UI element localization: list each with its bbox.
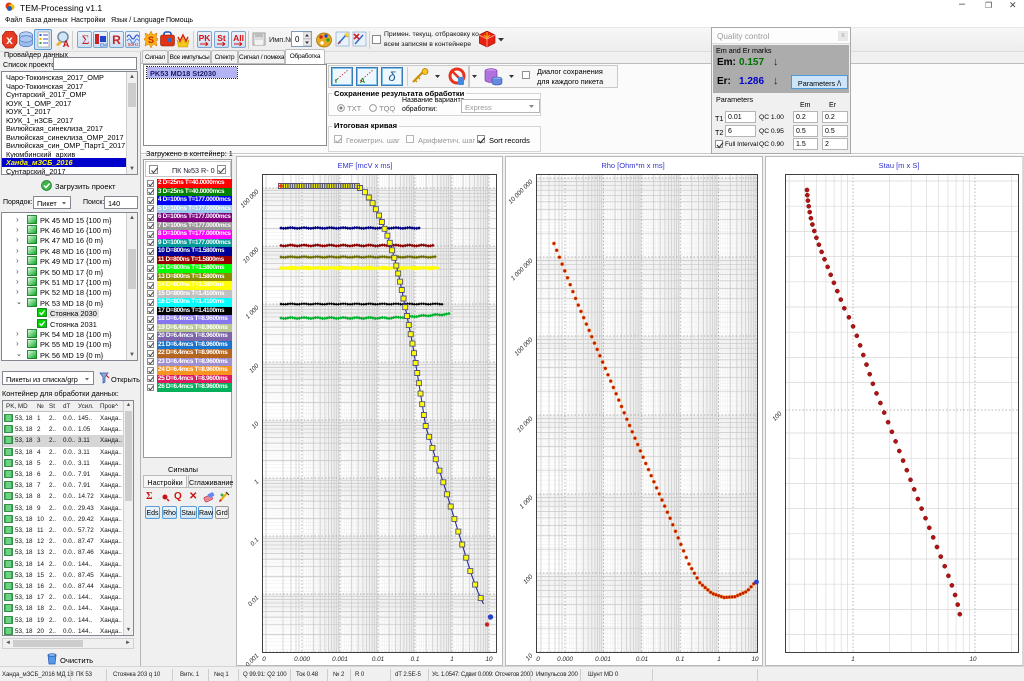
svg-text:0.000: 0.000	[294, 656, 310, 663]
svg-text:1: 1	[450, 656, 454, 663]
svg-text:0.1: 0.1	[411, 656, 420, 663]
svg-text:10: 10	[751, 656, 759, 663]
svg-text:1: 1	[851, 656, 855, 663]
svg-text:0.01: 0.01	[372, 656, 384, 663]
svg-text:0.000: 0.000	[557, 656, 573, 663]
svg-text:1: 1	[717, 656, 721, 663]
svg-text:Rho [Ohm*m x ms]: Rho [Ohm*m x ms]	[601, 161, 664, 170]
svg-text:EMF [mcV x ms]: EMF [mcV x ms]	[338, 161, 393, 170]
svg-text:0: 0	[536, 656, 540, 663]
svg-text:10: 10	[485, 656, 493, 663]
svg-text:Stau [m x S]: Stau [m x S]	[879, 161, 920, 170]
svg-text:10: 10	[969, 656, 977, 663]
svg-text:0.001: 0.001	[595, 656, 611, 663]
svg-text:0: 0	[262, 656, 266, 663]
svg-text:0.001: 0.001	[332, 656, 348, 663]
svg-text:0.1: 0.1	[676, 656, 685, 663]
svg-text:0.01: 0.01	[636, 656, 648, 663]
